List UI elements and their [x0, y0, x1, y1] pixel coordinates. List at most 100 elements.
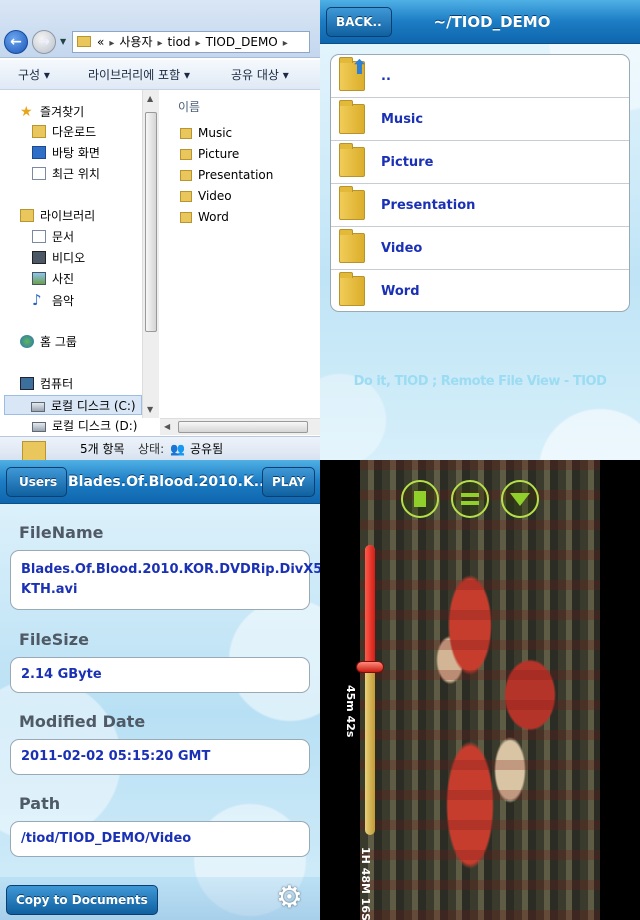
hard-drive-icon	[31, 402, 45, 412]
share-with-menu[interactable]: 공유 대상 ▾	[231, 60, 289, 90]
folder-icon	[77, 36, 91, 47]
folder-list: ⬆ .. Music Picture Presentation Video Wo…	[330, 54, 630, 312]
list-item[interactable]: Word	[331, 270, 629, 311]
folder-icon	[22, 441, 46, 460]
recent-places-icon	[32, 167, 46, 180]
file-item[interactable]: Word	[180, 207, 229, 227]
nav-favorites[interactable]: ★ 즐겨찾기	[20, 102, 84, 122]
folder-icon	[339, 229, 365, 263]
nav-desktop[interactable]: 바탕 화면	[32, 143, 100, 163]
navigation-pane: ★ 즐겨찾기 다운로드 바탕 화면 최근 위치 라이브러리 문서 비디오 사진 ♪…	[0, 90, 142, 436]
nav-local-disk-c[interactable]: 로컬 디스크 (C:)	[4, 395, 142, 415]
nav-vertical-scrollbar[interactable]: ▲ ▼	[142, 90, 159, 418]
include-in-library-menu[interactable]: 라이브러리에 포함 ▾	[88, 60, 190, 90]
seek-knob[interactable]	[356, 660, 384, 673]
elapsed-time: 45m 42s	[344, 685, 357, 738]
scroll-up-icon[interactable]: ▲	[147, 94, 153, 103]
video-player: 45m 42s 1H 48M 16S	[320, 460, 640, 920]
chevron-right-icon: ▸	[282, 38, 288, 49]
shared-people-icon: 👥	[170, 442, 185, 456]
star-icon: ★	[20, 104, 33, 120]
hard-drive-icon	[32, 422, 46, 432]
homegroup-icon	[20, 335, 34, 348]
modified-date-label: Modified Date	[19, 712, 146, 731]
folder-icon	[180, 149, 192, 160]
folder-icon	[339, 186, 365, 220]
nav-libraries[interactable]: 라이브러리	[20, 206, 95, 226]
path-value: /tiod/TIOD_DEMO/Video	[10, 821, 310, 857]
navigation-bar: Blades.Of.Blood.2010.K... Users PLAY	[0, 460, 320, 504]
folder-icon	[180, 128, 192, 139]
stop-button[interactable]	[401, 480, 439, 518]
state-label: 상태:	[138, 442, 165, 456]
list-item-parent[interactable]: ⬆ ..	[331, 55, 629, 98]
filename-label: FileName	[19, 523, 104, 542]
back-button[interactable]: BACK..	[326, 7, 392, 37]
document-icon	[32, 230, 46, 243]
state-value: 공유됨	[190, 442, 224, 456]
file-horizontal-scrollbar[interactable]: ◀	[160, 418, 320, 435]
file-item[interactable]: Picture	[180, 144, 239, 164]
file-item[interactable]: Presentation	[180, 165, 273, 185]
folder-icon	[339, 272, 365, 306]
list-item[interactable]: Picture	[331, 141, 629, 184]
scroll-down-icon[interactable]: ▼	[147, 405, 153, 414]
filename-value: Blades.Of.Blood.2010.KOR.DVDRip.DivX5-KT…	[10, 550, 320, 610]
chevron-right-icon: ▸	[195, 38, 201, 49]
seek-progress	[365, 545, 375, 667]
folder-icon	[339, 100, 365, 134]
nav-videos[interactable]: 비디오	[32, 248, 85, 268]
library-icon	[20, 209, 34, 222]
nav-homegroup[interactable]: 홈 그룹	[20, 332, 77, 352]
file-item[interactable]: Video	[180, 186, 232, 206]
filesize-label: FileSize	[19, 630, 89, 649]
nav-pictures[interactable]: 사진	[32, 269, 74, 289]
command-bar: 구성 ▾ 라이브러리에 포함 ▾ 공유 대상 ▾	[0, 60, 320, 90]
copy-to-documents-button[interactable]: Copy to Documents	[6, 885, 158, 915]
recent-pages-chevron-icon[interactable]: ▼	[60, 37, 66, 46]
address-crumb-tiod[interactable]: tiod	[168, 35, 191, 49]
forward-button[interactable]: →	[32, 30, 56, 54]
organize-menu[interactable]: 구성 ▾	[18, 60, 50, 90]
downloads-folder-icon	[32, 125, 46, 138]
file-explorer-window: ← → ▼ « ▸ 사용자 ▸ tiod ▸ TIOD_DEMO ▸ 구성 ▾ 라이브러리에 …	[0, 0, 320, 460]
folder-icon	[180, 212, 192, 223]
explorer-address-area: ← → ▼ « ▸ 사용자 ▸ tiod ▸ TIOD_DEMO ▸	[0, 0, 320, 58]
folder-icon	[180, 170, 192, 181]
app-tagline: Do it, TIOD ; Remote File View - TIOD	[353, 374, 607, 389]
arrow-left-icon: ←	[10, 34, 22, 50]
list-item[interactable]: Presentation	[331, 184, 629, 227]
column-header-name[interactable]: 이름	[178, 98, 200, 115]
path-label: Path	[19, 794, 61, 813]
file-item[interactable]: Music	[180, 123, 232, 143]
dropdown-button[interactable]	[501, 480, 539, 518]
address-overflow[interactable]: «	[97, 35, 104, 49]
nav-downloads[interactable]: 다운로드	[32, 122, 96, 142]
modified-date-value: 2011-02-02 05:15:20 GMT	[10, 739, 310, 775]
file-list: 이름 Music Picture Presentation Video Word	[160, 90, 320, 420]
list-item[interactable]: Music	[331, 98, 629, 141]
menu-button[interactable]	[451, 480, 489, 518]
computer-icon	[20, 377, 34, 390]
nav-local-disk-d[interactable]: 로컬 디스크 (D:)	[32, 416, 137, 436]
users-back-button[interactable]: Users	[6, 467, 68, 497]
desktop-icon	[32, 146, 46, 159]
filesize-value: 2.14 GByte	[10, 657, 310, 693]
address-bar[interactable]: « ▸ 사용자 ▸ tiod ▸ TIOD_DEMO ▸	[72, 31, 310, 53]
gear-icon[interactable]: ⚙	[276, 883, 303, 913]
play-button[interactable]: PLAY	[262, 467, 316, 497]
address-crumb-tiod-demo[interactable]: TIOD_DEMO	[206, 35, 278, 49]
nav-music[interactable]: ♪ 음악	[32, 290, 74, 310]
nav-documents[interactable]: 문서	[32, 227, 74, 247]
chevron-right-icon: ▸	[109, 38, 115, 49]
nav-computer[interactable]: 컴퓨터	[20, 374, 73, 394]
scroll-thumb[interactable]	[178, 421, 308, 433]
address-crumb-users[interactable]: 사용자	[119, 35, 152, 49]
scroll-thumb[interactable]	[145, 112, 157, 332]
back-button[interactable]: ←	[4, 30, 28, 54]
navigation-bar: ~/TIOD_DEMO BACK..	[320, 0, 640, 44]
list-item[interactable]: Video	[331, 227, 629, 270]
picture-icon	[32, 272, 46, 285]
scroll-left-icon[interactable]: ◀	[164, 422, 170, 431]
nav-recent-places[interactable]: 최근 위치	[32, 164, 100, 184]
